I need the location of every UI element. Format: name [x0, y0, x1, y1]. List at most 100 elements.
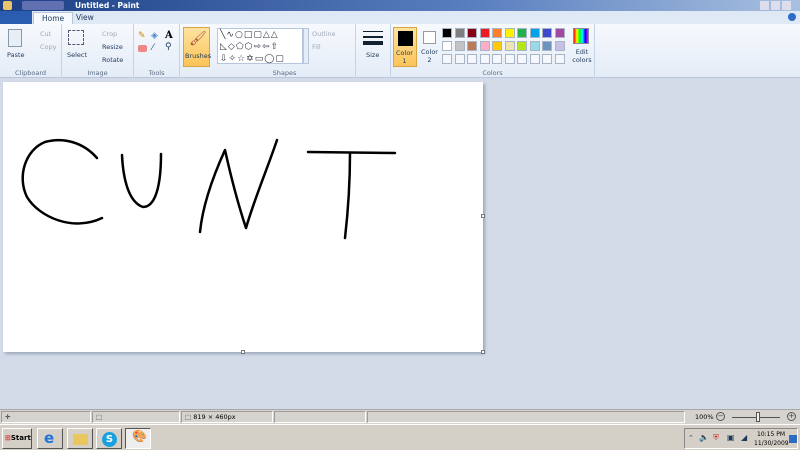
brushes-button[interactable]: 🖌 Brushes: [183, 27, 211, 67]
tools-group: ✎ ◈ A ⁄ ⚲ Tools: [134, 24, 180, 78]
fill-button[interactable]: Fill: [312, 43, 321, 51]
text-icon[interactable]: A: [165, 30, 173, 41]
color1-label: Color 1: [396, 49, 413, 65]
status-cell: [274, 411, 366, 423]
ribbon-tabs: Home View: [0, 11, 800, 24]
custom-color-slot[interactable]: [442, 54, 452, 64]
pencil-icon[interactable]: ✎: [138, 31, 146, 41]
resize-handle-right[interactable]: [481, 214, 485, 218]
palette-color-swatch[interactable]: [479, 28, 490, 38]
shapes-label: Shapes: [272, 69, 297, 77]
palette-color-swatch[interactable]: [554, 28, 565, 38]
palette-color-swatch[interactable]: [554, 41, 565, 51]
tab-view[interactable]: View: [68, 12, 102, 24]
custom-color-slot[interactable]: [454, 54, 465, 64]
palette-color-swatch[interactable]: [517, 28, 527, 38]
edit-colors-button[interactable]: Edit colors: [571, 48, 593, 64]
clipboard-label: Clipboard: [14, 69, 47, 77]
stroke: [343, 151, 352, 240]
start-button[interactable]: ⊞Start: [2, 428, 32, 449]
title-bar: Untitled - Paint: [0, 0, 800, 11]
ribbon: Paste Cut Copy Clipboard Select Crop Res…: [0, 24, 800, 78]
custom-color-slot[interactable]: [529, 54, 540, 64]
palette-color-swatch[interactable]: [467, 28, 477, 38]
rotate-button[interactable]: Rotate: [102, 56, 123, 64]
resize-button[interactable]: Resize: [102, 43, 123, 51]
palette-color-swatch[interactable]: [442, 28, 452, 38]
resize-handle-bottom[interactable]: [241, 350, 245, 354]
canvas-size-text: 819 × 460px: [193, 413, 236, 421]
palette-color-swatch[interactable]: [442, 41, 452, 51]
clock-date[interactable]: 11/30/2009: [754, 440, 789, 447]
palette-color-swatch[interactable]: [529, 41, 540, 51]
file-explorer-icon[interactable]: [67, 428, 93, 449]
skype-icon[interactable]: S: [96, 428, 122, 449]
select-icon: [68, 30, 84, 45]
stroke: [120, 152, 163, 209]
color2-button[interactable]: Color 2: [419, 27, 441, 67]
custom-color-slot[interactable]: [479, 54, 490, 64]
palette-color-swatch[interactable]: [454, 28, 465, 38]
palette-color-swatch[interactable]: [492, 28, 502, 38]
palette-color-swatch[interactable]: [542, 41, 552, 51]
close-button[interactable]: [782, 1, 791, 10]
custom-color-slot[interactable]: [554, 54, 565, 64]
minimize-button[interactable]: [760, 1, 769, 10]
color1-button[interactable]: Color 1: [393, 27, 417, 67]
custom-color-slot[interactable]: [492, 54, 502, 64]
palette-color-swatch[interactable]: [492, 41, 502, 51]
size-button[interactable]: Size: [358, 27, 388, 69]
zoom-in-button[interactable]: +: [787, 412, 796, 421]
drawing-canvas[interactable]: [3, 82, 485, 354]
palette-color-swatch[interactable]: [504, 28, 515, 38]
edit-colors-icon: [573, 28, 589, 44]
palette-color-swatch[interactable]: [504, 41, 515, 51]
cut-button[interactable]: Cut: [40, 30, 51, 38]
palette-color-swatch[interactable]: [542, 28, 552, 38]
show-desktop-icon[interactable]: [789, 435, 797, 443]
crop-button[interactable]: Crop: [102, 30, 117, 38]
shapes-group: ╲∿○□▢△△ ◺◇⬠⬡⇨⇦⇧ ⇩✧☆✡▭◯▢ Outline Fill Shape…: [214, 24, 356, 78]
resize-handle-corner[interactable]: [481, 350, 485, 354]
shapes-scroll[interactable]: [303, 28, 309, 64]
system-tray: ⌃ 🔈 ⛨ ▣ ◢ 10:15 PM 11/30/2009: [684, 428, 798, 449]
network-icon[interactable]: ▣: [727, 433, 735, 442]
paint-menu-button[interactable]: [0, 11, 32, 24]
palette-color-swatch[interactable]: [529, 28, 540, 38]
internet-explorer-icon[interactable]: e: [37, 428, 63, 449]
zoom-out-button[interactable]: −: [716, 412, 725, 421]
custom-color-slot[interactable]: [467, 54, 477, 64]
custom-color-slot[interactable]: [542, 54, 552, 64]
palette-color-swatch[interactable]: [467, 41, 477, 51]
image-label: Image: [87, 69, 108, 77]
security-icon[interactable]: ⛨: [713, 433, 719, 443]
restore-button[interactable]: [771, 1, 780, 10]
stroke: [21, 138, 104, 225]
custom-color-slot[interactable]: [504, 54, 515, 64]
color-picker-icon[interactable]: ⁄: [152, 43, 154, 53]
window-title: Untitled - Paint: [75, 1, 140, 10]
clock-time[interactable]: 10:15 PM: [757, 431, 785, 438]
canvas-size: ⬚ 819 × 460px: [181, 411, 273, 423]
eraser-icon[interactable]: [138, 45, 147, 52]
tray-expand-icon[interactable]: ⌃: [688, 434, 694, 442]
signal-icon[interactable]: ◢: [741, 433, 747, 442]
paint-app-icon[interactable]: [3, 1, 12, 10]
copy-button[interactable]: Copy: [40, 43, 57, 51]
select-button[interactable]: Select: [67, 51, 87, 59]
fill-icon[interactable]: ◈: [151, 31, 158, 41]
magnifier-icon[interactable]: ⚲: [165, 42, 172, 52]
outline-button[interactable]: Outline: [312, 30, 336, 38]
zoom-slider-thumb[interactable]: [756, 412, 760, 422]
volume-icon[interactable]: 🔈: [699, 433, 709, 442]
custom-color-slot[interactable]: [517, 54, 527, 64]
cursor-position: ✛: [1, 411, 91, 423]
palette-color-swatch[interactable]: [517, 41, 527, 51]
quick-access-toolbar[interactable]: [22, 1, 64, 10]
paint-taskbar-button[interactable]: 🎨: [125, 428, 151, 449]
shapes-gallery[interactable]: ╲∿○□▢△△ ◺◇⬠⬡⇨⇦⇧ ⇩✧☆✡▭◯▢: [217, 28, 303, 64]
palette-color-swatch[interactable]: [454, 41, 465, 51]
paste-button[interactable]: Paste: [7, 51, 25, 59]
palette-color-swatch[interactable]: [479, 41, 490, 51]
help-icon[interactable]: [788, 13, 796, 21]
